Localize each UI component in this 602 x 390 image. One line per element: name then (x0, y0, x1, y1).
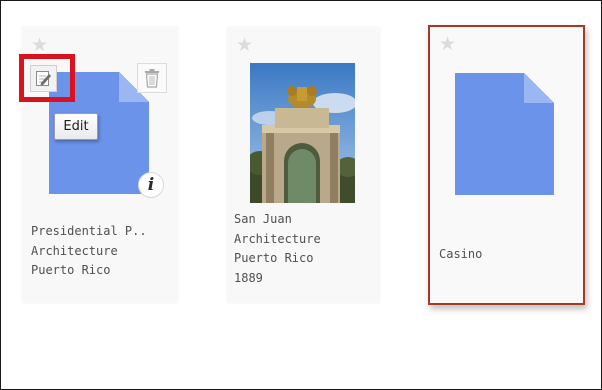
star-icon[interactable]: ★ (31, 36, 48, 55)
edit-highlight-box (19, 54, 75, 102)
edit-tooltip: Edit (54, 113, 98, 140)
file-label: Casino (439, 247, 483, 261)
info-button[interactable]: i (138, 172, 164, 198)
delete-button[interactable] (137, 63, 167, 93)
file-label: Presidential P.. Architecture Puerto Ric… (31, 224, 147, 277)
thumbnail-photo (250, 63, 355, 203)
file-card-san-juan[interactable]: ★ San Juan Architecture Puerto Rico 1889 (227, 27, 380, 303)
trash-icon (145, 69, 159, 88)
file-label: San Juan Architecture Puerto Rico 1889 (234, 212, 321, 285)
file-card-casino[interactable]: ★ Casino (428, 25, 585, 305)
file-grid: ★ Presidential P.. Architecture Puerto R… (0, 0, 602, 390)
document-icon (455, 73, 554, 195)
star-icon[interactable]: ★ (236, 36, 253, 55)
star-icon[interactable]: ★ (439, 35, 456, 54)
